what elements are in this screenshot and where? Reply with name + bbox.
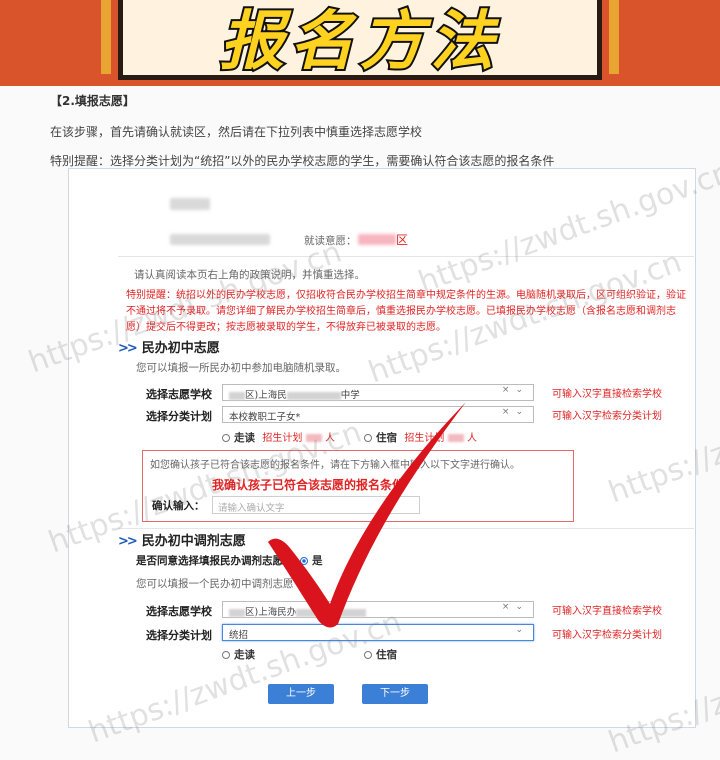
dropdown-arrow-icon[interactable]: ⌄ <box>515 625 529 635</box>
school-hint: 可输入汉字直接检索学校 <box>552 389 662 400</box>
intro-line-1: 在该步骤，首先请确认就读区，然后请在下拉列表中慎重选择志愿学校 <box>50 125 423 139</box>
clear-dropdown-icon[interactable]: ×⌄ <box>502 407 529 417</box>
divider <box>118 256 694 257</box>
school-select-label: 选择志愿学校 <box>146 388 212 401</box>
prev-button[interactable]: 上一步 <box>268 684 334 704</box>
clear-dropdown-icon[interactable]: ×⌄ <box>502 602 529 612</box>
blurred-name <box>170 198 210 210</box>
section-heading: 【2.填报志愿】 <box>50 94 135 108</box>
adjust-plan-hint: 可输入汉字检索分类计划 <box>552 630 662 641</box>
intent-suffix: 区 <box>396 233 409 247</box>
checkmark-shape <box>268 402 466 628</box>
intro-line-2: 特别提醒：选择分类计划为“统招”以外的民办学校志愿的学生，需要确认符合该志愿的报… <box>50 154 555 168</box>
header-banner: 报名方法 <box>0 0 720 86</box>
adjust-plan-label: 选择分类计划 <box>146 629 212 642</box>
banner-frame: 报名方法 <box>101 0 619 81</box>
next-button[interactable]: 下一步 <box>362 684 428 704</box>
clear-dropdown-icon[interactable]: ×⌄ <box>502 385 529 395</box>
blurred-id <box>170 234 270 245</box>
blurred-district <box>358 234 396 245</box>
plan-hint: 可输入汉字检索分类计划 <box>552 411 662 422</box>
banner-title: 报名方法 <box>218 3 500 81</box>
plan-select-label: 选择分类计划 <box>146 410 212 423</box>
checkmark-icon <box>268 402 466 628</box>
section-adjust-title: >> 民办初中调剂志愿 <box>118 534 246 549</box>
section-private-desc: 您可以填报一所民办初中参加电脑随机录取。 <box>136 362 346 374</box>
adjust-school-hint: 可输入汉字直接检索学校 <box>552 606 662 617</box>
adjust-school-label: 选择志愿学校 <box>146 605 212 618</box>
